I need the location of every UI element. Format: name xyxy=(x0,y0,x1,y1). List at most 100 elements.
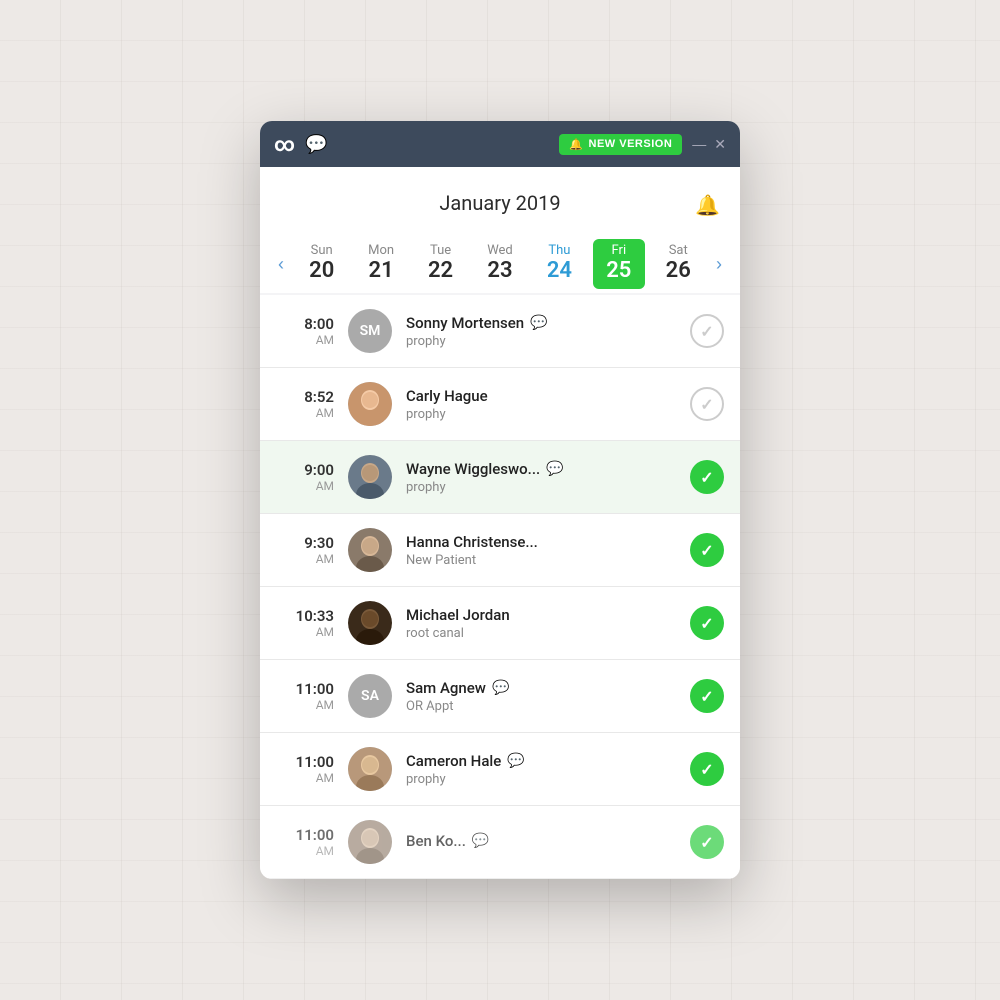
patient-avatar xyxy=(348,820,392,864)
day-name: Thu xyxy=(548,243,570,258)
patient-avatar xyxy=(348,601,392,645)
patient-avatar: SM xyxy=(348,309,392,353)
patient-avatar xyxy=(348,455,392,499)
day-col-tue[interactable]: Tue 22 xyxy=(415,239,467,289)
calendar-navigation: ‹ Sun 20 Mon 21 Tue 22 Wed 23 Thu 24 Fri… xyxy=(260,231,740,293)
time-ampm: AM xyxy=(276,552,334,566)
day-col-thu[interactable]: Thu 24 xyxy=(533,239,585,289)
new-version-button[interactable]: 🔔 NEW VERSION xyxy=(559,134,682,155)
patient-avatar xyxy=(348,382,392,426)
day-col-fri[interactable]: Fri 25 xyxy=(593,239,645,289)
chat-bubble-icon: 💬 xyxy=(472,833,489,849)
appointment-type: prophy xyxy=(406,772,680,787)
check-button[interactable] xyxy=(690,825,724,859)
appointment-time: 11:00 AM xyxy=(276,680,334,712)
appointment-row[interactable]: 8:52 AM Carly Hague prophy xyxy=(260,368,740,441)
calendar-header: January 2019 🔔 xyxy=(260,167,740,231)
appointment-row[interactable]: 11:00 AM Cameron Hale 💬 prophy xyxy=(260,733,740,806)
logo-icon: ∞ xyxy=(274,132,293,156)
app-window: ∞ 💬 🔔 NEW VERSION — ✕ January 2019 🔔 ‹ S… xyxy=(260,121,740,879)
bell-small-icon: 🔔 xyxy=(569,138,583,151)
appointment-row[interactable]: 11:00 AM SA Sam Agnew 💬 OR Appt xyxy=(260,660,740,733)
appointment-info: Ben Ko... 💬 xyxy=(406,832,680,852)
check-button[interactable] xyxy=(690,460,724,494)
chat-icon[interactable]: 💬 xyxy=(305,134,327,155)
time-ampm: AM xyxy=(276,698,334,712)
day-number: 21 xyxy=(369,258,394,283)
appointment-row[interactable]: 9:30 AM Hanna Christense... New Patient xyxy=(260,514,740,587)
time-main: 11:00 xyxy=(276,680,334,698)
check-button[interactable] xyxy=(690,752,724,786)
day-col-mon[interactable]: Mon 21 xyxy=(355,239,407,289)
day-name: Fri xyxy=(612,243,627,258)
appointment-row[interactable]: 11:00 AM Ben Ko... 💬 xyxy=(260,806,740,879)
day-col-sat[interactable]: Sat 26 xyxy=(652,239,704,289)
check-button[interactable] xyxy=(690,606,724,640)
time-ampm: AM xyxy=(276,625,334,639)
time-main: 11:00 xyxy=(276,753,334,771)
day-number: 26 xyxy=(666,258,691,283)
time-ampm: AM xyxy=(276,333,334,347)
day-number: 23 xyxy=(487,258,512,283)
appointments-list: 8:00 AM SM Sonny Mortensen 💬 prophy 8:52… xyxy=(260,295,740,879)
appointment-info: Sonny Mortensen 💬 prophy xyxy=(406,314,680,349)
month-row: January 2019 🔔 xyxy=(280,183,720,231)
patient-name-row: Ben Ko... 💬 xyxy=(406,832,680,850)
minimize-button[interactable]: — xyxy=(692,136,706,152)
patient-avatar xyxy=(348,528,392,572)
appointment-info: Carly Hague prophy xyxy=(406,387,680,422)
appointment-type: prophy xyxy=(406,334,680,349)
chat-bubble-icon: 💬 xyxy=(507,753,524,769)
title-bar-right: 🔔 NEW VERSION — ✕ xyxy=(559,134,726,155)
time-main: 9:30 xyxy=(276,534,334,552)
patient-name: Michael Jordan xyxy=(406,606,510,624)
appointment-type: root canal xyxy=(406,626,680,641)
appointment-time: 9:30 AM xyxy=(276,534,334,566)
patient-name-row: Carly Hague xyxy=(406,387,680,405)
time-main: 8:52 xyxy=(276,388,334,406)
day-col-wed[interactable]: Wed 23 xyxy=(474,239,526,289)
appointment-info: Cameron Hale 💬 prophy xyxy=(406,752,680,787)
appointment-info: Wayne Wiggleswo... 💬 prophy xyxy=(406,460,680,495)
appointment-type: prophy xyxy=(406,407,680,422)
appointment-time: 8:00 AM xyxy=(276,315,334,347)
patient-name: Sam Agnew xyxy=(406,679,486,697)
next-week-button[interactable]: › xyxy=(708,250,730,279)
check-button[interactable] xyxy=(690,533,724,567)
check-button[interactable] xyxy=(690,387,724,421)
appointment-info: Sam Agnew 💬 OR Appt xyxy=(406,679,680,714)
patient-avatar: SA xyxy=(348,674,392,718)
appointment-time: 9:00 AM xyxy=(276,461,334,493)
check-button[interactable] xyxy=(690,314,724,348)
day-col-sun[interactable]: Sun 20 xyxy=(296,239,348,289)
time-main: 10:33 xyxy=(276,607,334,625)
patient-name: Cameron Hale xyxy=(406,752,501,770)
time-main: 9:00 xyxy=(276,461,334,479)
title-bar: ∞ 💬 🔔 NEW VERSION — ✕ xyxy=(260,121,740,167)
patient-name: Hanna Christense... xyxy=(406,533,538,551)
month-title: January 2019 xyxy=(439,183,560,227)
patient-avatar xyxy=(348,747,392,791)
appointment-row[interactable]: 10:33 AM Michael Jordan root canal xyxy=(260,587,740,660)
appointment-info: Hanna Christense... New Patient xyxy=(406,533,680,568)
time-ampm: AM xyxy=(276,771,334,785)
appointment-time: 11:00 AM xyxy=(276,753,334,785)
chat-bubble-icon: 💬 xyxy=(546,461,563,477)
notification-bell-icon[interactable]: 🔔 xyxy=(695,193,720,217)
day-number: 25 xyxy=(606,258,631,283)
appointment-type: New Patient xyxy=(406,553,680,568)
new-version-label: NEW VERSION xyxy=(589,138,673,150)
appointment-row[interactable]: 9:00 AM Wayne Wiggleswo... 💬 prophy xyxy=(260,441,740,514)
day-number: 24 xyxy=(547,258,572,283)
chat-bubble-icon: 💬 xyxy=(530,315,547,331)
time-ampm: AM xyxy=(276,844,334,858)
day-name: Tue xyxy=(430,243,451,258)
patient-name: Carly Hague xyxy=(406,387,488,405)
check-button[interactable] xyxy=(690,679,724,713)
prev-week-button[interactable]: ‹ xyxy=(270,250,292,279)
appointment-time: 8:52 AM xyxy=(276,388,334,420)
close-button[interactable]: ✕ xyxy=(714,136,726,153)
appointment-type: OR Appt xyxy=(406,699,680,714)
appointment-row[interactable]: 8:00 AM SM Sonny Mortensen 💬 prophy xyxy=(260,295,740,368)
day-name: Sun xyxy=(311,243,333,258)
